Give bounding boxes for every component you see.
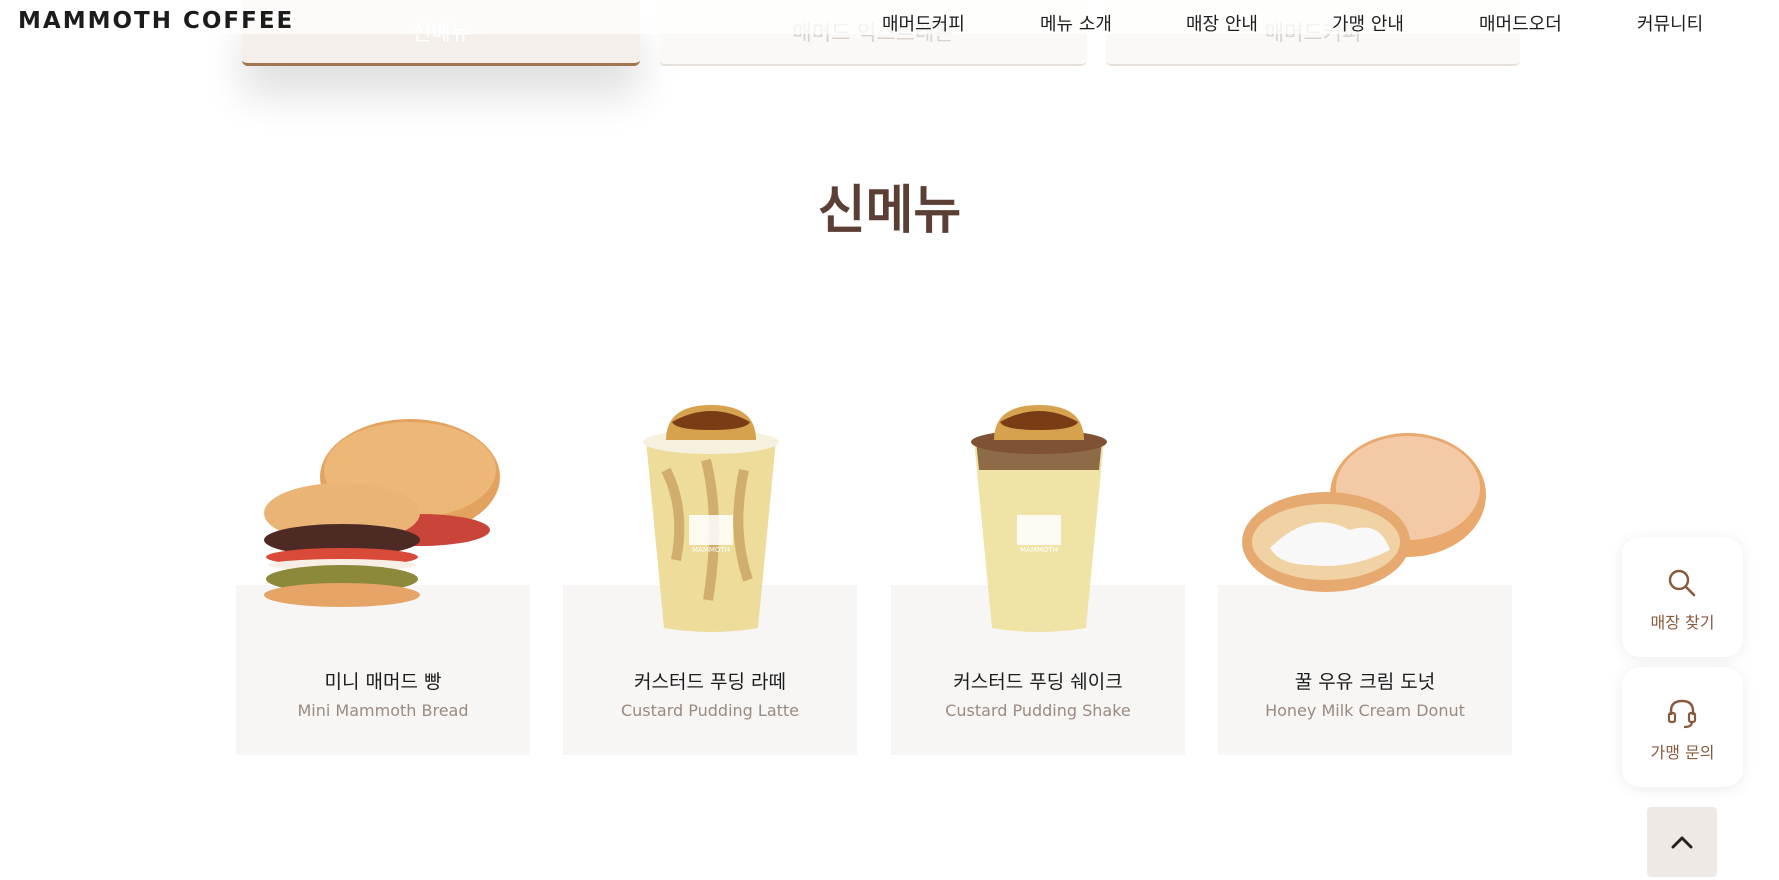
custard-pudding-shake-image[interactable]: MAMMOTH [964, 400, 1114, 635]
product-card[interactable]: 미니 매머드 빵 Mini Mammoth Bread [236, 585, 530, 755]
product-name-ko: 꿀 우유 크림 도넛 [1294, 671, 1436, 693]
honey-milk-cream-donut-image[interactable] [1240, 430, 1490, 595]
nav-item-franchise[interactable]: 가맹 안내 [1332, 10, 1404, 36]
nav-item-mammoth-coffee[interactable]: 매머드커피 [882, 10, 965, 36]
search-icon [1668, 569, 1696, 597]
mini-mammoth-bread-image[interactable] [260, 415, 510, 610]
nav-item-store-info[interactable]: 매장 안내 [1186, 10, 1258, 36]
product-card[interactable]: 꿀 우유 크림 도넛 Honey Milk Cream Donut [1218, 585, 1512, 755]
product-name-en: Custard Pudding Shake [945, 701, 1131, 720]
svg-text:MAMMOTH: MAMMOTH [692, 546, 730, 554]
product-name-ko: 미니 매머드 빵 [324, 671, 442, 693]
nav-item-mammoth-order[interactable]: 매머드오더 [1479, 10, 1562, 36]
section-title: 신메뉴 [817, 181, 962, 241]
product-name-en: Custard Pudding Latte [620, 701, 800, 720]
product-name-ko: 커스터드 푸딩 라떼 [634, 671, 786, 693]
store-finder-label: 매장 찾기 [1650, 613, 1715, 632]
custard-pudding-latte-image[interactable]: MAMMOTH [636, 400, 786, 635]
product-name-ko: 커스터드 푸딩 쉐이크 [953, 671, 1123, 693]
store-finder-button[interactable]: 매장 찾기 [1622, 537, 1743, 657]
nav-item-menu-intro[interactable]: 메뉴 소개 [1040, 10, 1112, 36]
logo[interactable]: MAMMOTH COFFEE [18, 8, 294, 34]
product-name-en: Honey Milk Cream Donut [1265, 701, 1465, 720]
back-to-top-button[interactable] [1647, 807, 1717, 877]
svg-text:MAMMOTH: MAMMOTH [1020, 546, 1058, 554]
site-header: MAMMOTH COFFEE 매머드커피 메뉴 소개 매장 안내 가맹 안내 매… [0, 0, 1779, 36]
franchise-inquiry-button[interactable]: 가맹 문의 [1622, 667, 1743, 787]
chevron-up-icon [1671, 836, 1693, 849]
product-name-en: Mini Mammoth Bread [297, 701, 469, 720]
franchise-inquiry-label: 가맹 문의 [1650, 743, 1715, 762]
headset-icon [1667, 699, 1697, 729]
nav-item-community[interactable]: 커뮤니티 [1637, 10, 1703, 36]
